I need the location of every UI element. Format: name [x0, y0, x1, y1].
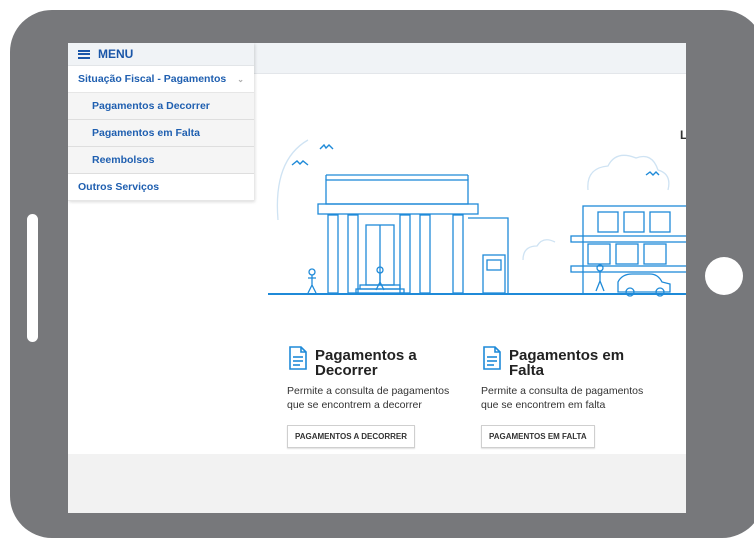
hamburger-icon[interactable] — [78, 49, 90, 59]
card-description: Permite a consulta de pagamentos que se … — [481, 385, 644, 411]
footer-area — [68, 454, 686, 513]
document-icon — [289, 346, 307, 370]
menu-header[interactable]: MENU — [68, 43, 254, 66]
card-title: Pagamentos em Falta — [509, 347, 625, 379]
menu-item-label: Pagamentos a Decorrer — [92, 100, 210, 112]
screen: L Pagamentos a Decorrer Permite a consul… — [68, 43, 686, 513]
menu-item-outros-servicos[interactable]: Outros Serviços — [68, 174, 254, 201]
menu-item-pagamentos-a-decorrer[interactable]: Pagamentos a Decorrer — [68, 93, 254, 120]
pagamentos-em-falta-button[interactable]: PAGAMENTOS EM FALTA — [481, 425, 595, 448]
tablet-home-button — [705, 257, 743, 295]
tablet-side-button — [27, 214, 38, 342]
side-menu: MENU Situação Fiscal - Pagamentos ⌄ Paga… — [68, 43, 254, 201]
menu-item-label: Outros Serviços — [78, 181, 160, 193]
chevron-down-icon: ⌄ — [237, 74, 244, 84]
card-title: Pagamentos a Decorrer — [315, 347, 417, 379]
building-illustration — [268, 139, 686, 297]
card-pagamentos-a-decorrer: Pagamentos a Decorrer Permite a consulta… — [287, 346, 467, 448]
menu-item-label: Pagamentos em Falta — [92, 127, 200, 139]
card-description: Permite a consulta de pagamentos que se … — [287, 385, 450, 411]
tablet-device: L Pagamentos a Decorrer Permite a consul… — [0, 0, 754, 538]
menu-item-label: Reembolsos — [92, 154, 155, 166]
menu-item-label: Situação Fiscal - Pagamentos — [78, 73, 227, 85]
menu-item-pagamentos-em-falta[interactable]: Pagamentos em Falta — [68, 120, 254, 147]
card-pagamentos-em-falta: Pagamentos em Falta Permite a consulta d… — [481, 346, 661, 448]
menu-item-situacao-fiscal[interactable]: Situação Fiscal - Pagamentos ⌄ — [68, 66, 254, 93]
pagamentos-a-decorrer-button[interactable]: PAGAMENTOS A DECORRER — [287, 425, 416, 448]
menu-title: MENU — [98, 47, 134, 61]
menu-item-reembolsos[interactable]: Reembolsos — [68, 147, 254, 174]
card-header: Pagamentos em Falta — [481, 346, 661, 379]
card-header: Pagamentos a Decorrer — [287, 346, 467, 379]
document-icon — [483, 346, 501, 370]
